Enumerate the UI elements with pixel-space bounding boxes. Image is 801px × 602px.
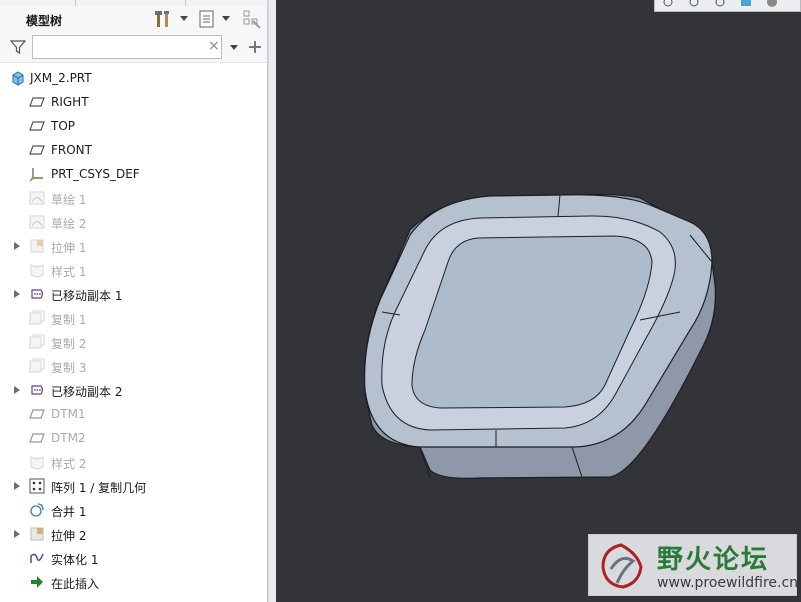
tree-root[interactable]: JXM_2.PRT — [0, 66, 267, 90]
tree-item[interactable]: 已移动副本 2 — [0, 378, 267, 402]
tree-item-label: 样式 1 — [51, 265, 87, 279]
part-icon — [10, 70, 26, 86]
tree-item[interactable]: TOP — [0, 114, 267, 138]
datum-plane-icon — [29, 430, 45, 446]
copy-icon — [29, 358, 45, 374]
filter-bar: × — [0, 32, 267, 63]
datum-plane-icon — [29, 406, 45, 422]
datum-plane-icon — [29, 118, 45, 134]
style-icon — [29, 262, 45, 278]
display-style-icon[interactable] — [765, 0, 779, 8]
tree-item[interactable]: 样式 2 — [0, 450, 267, 474]
panel-resize-bar[interactable] — [268, 0, 276, 602]
merge-icon — [29, 502, 45, 518]
clear-search-icon[interactable]: × — [208, 38, 220, 54]
tree-item-label: FRONT — [51, 143, 92, 157]
sketch-icon — [29, 190, 45, 206]
expand-arrow-icon[interactable] — [14, 530, 20, 538]
tree-item-label: 复制 2 — [51, 337, 87, 351]
tree-item[interactable]: 复制 2 — [0, 330, 267, 354]
panel-title: 模型树 — [26, 14, 63, 28]
tree-item[interactable]: 草绘 1 — [0, 186, 267, 210]
tree-item[interactable]: 样式 1 — [0, 258, 267, 282]
solidify-icon — [29, 550, 45, 566]
model-tree-panel: 模型树 × JXM_2.PRT RIGHT TOP FRONT PRT_CSYS_DEF… — [0, 0, 268, 602]
add-icon[interactable] — [248, 40, 262, 54]
tree-item[interactable]: 复制 1 — [0, 306, 267, 330]
tree-item-label: 草绘 2 — [51, 217, 87, 231]
tree-item[interactable]: 拉伸 2 — [0, 522, 267, 546]
tree-columns-icon[interactable] — [242, 9, 262, 29]
tree-item[interactable]: 已移动副本 1 — [0, 282, 267, 306]
tree-item-label: PRT_CSYS_DEF — [51, 167, 140, 181]
tree-item-label: TOP — [51, 119, 76, 133]
datum-plane-icon — [29, 94, 45, 110]
tree-item[interactable]: 草绘 2 — [0, 210, 267, 234]
tree-item[interactable]: DTM1 — [0, 402, 267, 426]
tree-item-label: 已移动副本 2 — [51, 385, 123, 399]
tree-item-label: DTM2 — [51, 431, 86, 445]
extrude-icon — [29, 526, 45, 542]
datum-plane-icon — [29, 142, 45, 158]
refit-icon[interactable] — [661, 0, 675, 8]
filter-icon[interactable] — [10, 39, 26, 55]
tree-item[interactable]: FRONT — [0, 138, 267, 162]
part-model[interactable] — [276, 0, 801, 602]
expand-arrow-icon[interactable] — [14, 386, 20, 394]
copy-icon — [29, 310, 45, 326]
forum-logo — [601, 543, 643, 589]
copy-icon — [29, 334, 45, 350]
expand-arrow-icon[interactable] — [14, 482, 20, 490]
tree-item-label: 合并 1 — [51, 505, 87, 519]
tree-item[interactable]: DTM2 — [0, 426, 267, 450]
search-input[interactable] — [32, 35, 222, 59]
tree-item-label: 复制 1 — [51, 313, 87, 327]
tree-item[interactable]: 合并 1 — [0, 498, 267, 522]
expand-arrow-icon[interactable] — [14, 290, 20, 298]
extrude-icon — [29, 238, 45, 254]
tree-item-label: 阵列 1 / 复制几何 — [51, 481, 147, 495]
tree-item[interactable]: 在此插入 — [0, 570, 267, 594]
tools-dropdown-icon[interactable] — [180, 16, 188, 21]
tree-item-label: RIGHT — [51, 95, 89, 109]
tree-item[interactable]: 拉伸 1 — [0, 234, 267, 258]
tree-item[interactable]: 复制 3 — [0, 354, 267, 378]
forum-url: www.proewildfire.cn — [657, 575, 799, 591]
tree-item[interactable]: PRT_CSYS_DEF — [0, 162, 267, 186]
tree-item-label: JXM_2.PRT — [30, 71, 92, 85]
zoom-out-icon[interactable] — [713, 0, 727, 8]
tree-item-label: 草绘 1 — [51, 193, 87, 207]
moved-copy-icon — [29, 382, 45, 398]
tree-item-label: 样式 2 — [51, 457, 87, 471]
tree-item-label: 复制 3 — [51, 361, 87, 375]
model-tree-header: 模型树 — [0, 6, 267, 32]
pattern-icon — [29, 478, 45, 494]
tree-item-label: 实体化 1 — [51, 553, 99, 567]
tree-item-label: 已移动副本 1 — [51, 289, 123, 303]
moved-copy-icon — [29, 286, 45, 302]
tree-item-label: 拉伸 2 — [51, 529, 87, 543]
search-options-dropdown-icon[interactable] — [230, 45, 238, 50]
sketch-icon — [29, 214, 45, 230]
tree-item-label: DTM1 — [51, 407, 86, 421]
tools-icon[interactable] — [153, 9, 173, 29]
coordinate-system-icon — [29, 166, 45, 182]
expand-arrow-icon[interactable] — [14, 242, 20, 250]
tree-item[interactable]: 阵列 1 / 复制几何 — [0, 474, 267, 498]
forum-name: 野火论坛 — [657, 545, 770, 575]
view-toolbar — [654, 0, 801, 12]
graphics-viewport[interactable] — [276, 0, 801, 602]
settings-dropdown-icon[interactable] — [222, 16, 230, 21]
tree-item[interactable]: RIGHT — [0, 90, 267, 114]
zoom-in-icon[interactable] — [687, 0, 701, 8]
style-icon — [29, 454, 45, 470]
tree-item-label: 拉伸 1 — [51, 241, 87, 255]
insert-here-icon — [29, 574, 45, 590]
show-settings-icon[interactable] — [197, 9, 217, 29]
forum-watermark: 野火论坛 www.proewildfire.cn — [588, 534, 799, 596]
tree-item[interactable]: 实体化 1 — [0, 546, 267, 570]
repaint-icon[interactable] — [739, 0, 753, 8]
tree-item-label: 在此插入 — [51, 577, 100, 591]
